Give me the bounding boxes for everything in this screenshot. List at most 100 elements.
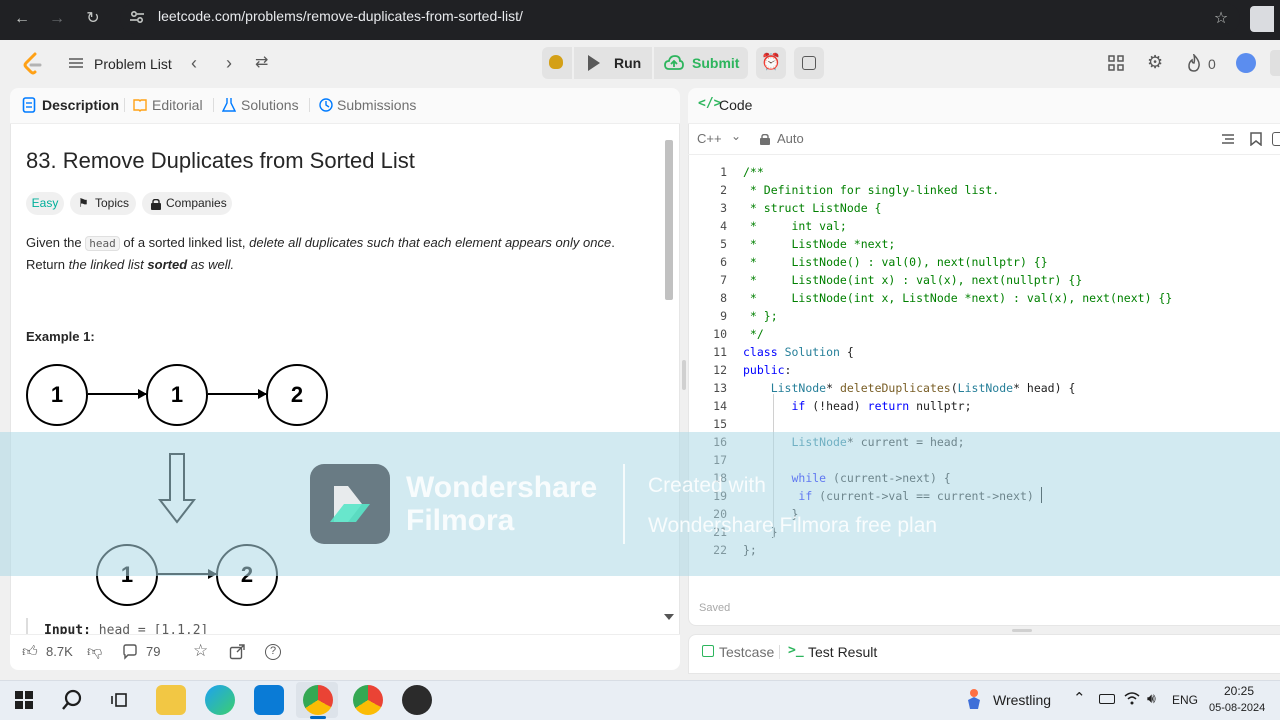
weather-label[interactable]: Wrestling: [993, 692, 1051, 708]
checkbox-icon: [702, 645, 714, 657]
watermark-text: Wondershare Filmora free plan: [648, 514, 938, 537]
code-line: * };: [743, 309, 778, 323]
tab-divider: [124, 98, 125, 112]
comment-count: 79: [146, 644, 161, 659]
code-line: * ListNode() : val(0), next(nullptr) {}: [743, 255, 1048, 269]
comment-icon[interactable]: [122, 644, 138, 660]
site-info-icon[interactable]: [128, 8, 146, 26]
arrow-left-icon[interactable]: ←: [9, 6, 35, 32]
linked-list-before: 1 1 2: [26, 364, 356, 428]
play-icon: [588, 55, 600, 71]
clock-time[interactable]: 20:25: [1224, 684, 1254, 699]
code-line: * struct ListNode {: [743, 201, 882, 215]
run-button[interactable]: Run: [574, 47, 652, 79]
list-node: 2: [266, 364, 328, 426]
desc-text: of a sorted linked list,: [119, 235, 250, 250]
chrome-profile-icon[interactable]: [353, 685, 383, 715]
profile-button[interactable]: [1250, 6, 1274, 32]
line-number: 13: [713, 381, 727, 395]
search-icon[interactable]: [61, 689, 83, 711]
input-value: head = [1,1,2]: [98, 623, 209, 634]
file-explorer-icon[interactable]: [156, 685, 186, 715]
code-icon: </>: [698, 96, 722, 111]
chevron-left-icon[interactable]: ‹: [191, 53, 197, 73]
thumbs-down-icon[interactable]: 👎︎: [87, 643, 102, 661]
scrollbar-thumb[interactable]: [665, 140, 673, 300]
watermark-text: Created with: [648, 474, 766, 497]
tab-solutions[interactable]: Solutions: [241, 95, 299, 115]
tab-divider: [309, 98, 310, 112]
desc-emphasis: as well.: [187, 257, 235, 272]
example-heading: Example 1:: [26, 329, 95, 344]
submit-button[interactable]: Submit: [654, 47, 748, 79]
cloud-upload-icon: [664, 55, 684, 71]
line-number: 6: [720, 255, 727, 269]
filmora-logo-icon: [310, 464, 390, 544]
desc-text: Given the: [26, 235, 86, 250]
chrome-icon[interactable]: [303, 685, 333, 715]
language-select[interactable]: C++: [697, 131, 722, 147]
tab-editorial[interactable]: Editorial: [152, 95, 203, 115]
battery-icon[interactable]: [1099, 694, 1115, 704]
code-line: * Definition for singly-linked list.: [743, 183, 1000, 197]
problem-title[interactable]: 83. Remove Duplicates from Sorted List: [26, 146, 415, 176]
arrow-right-icon[interactable]: →: [44, 6, 70, 32]
leetcode-logo-icon[interactable]: [22, 52, 44, 76]
panel-resize-handle[interactable]: [682, 360, 686, 390]
debug-button[interactable]: [542, 47, 572, 79]
alarm-clock-icon[interactable]: ⏰: [756, 47, 786, 79]
lock-icon: [151, 198, 161, 210]
obs-icon[interactable]: [402, 685, 432, 715]
tab-description[interactable]: Description: [42, 95, 119, 115]
panel-resize-handle[interactable]: [1012, 629, 1032, 632]
note-icon: [802, 56, 816, 70]
weather-icon[interactable]: [964, 688, 984, 710]
speaker-icon[interactable]: 🔊︎: [1147, 690, 1156, 707]
clock-date[interactable]: 05-08-2024: [1209, 701, 1265, 716]
like-count: 8.7K: [46, 644, 73, 659]
bookmark-star-icon[interactable]: ☆: [1208, 6, 1234, 32]
problem-list-link[interactable]: Problem List: [94, 54, 172, 74]
thumbs-up-icon[interactable]: 👍︎: [22, 643, 38, 661]
tab-submissions[interactable]: Submissions: [337, 95, 416, 115]
vscode-icon[interactable]: [254, 685, 284, 715]
star-icon[interactable]: ☆: [193, 641, 208, 661]
saved-status: Saved: [699, 602, 731, 614]
chevron-right-icon[interactable]: ›: [226, 53, 232, 73]
list-icon: [68, 55, 84, 71]
notes-button[interactable]: [794, 47, 824, 79]
format-icon[interactable]: [1221, 132, 1235, 146]
url-text[interactable]: leetcode.com/problems/remove-duplicates-…: [158, 7, 523, 25]
shuffle-icon[interactable]: ⇄: [255, 53, 268, 73]
edge-browser-icon[interactable]: [205, 685, 235, 715]
chevron-up-icon[interactable]: ⌃: [1073, 689, 1086, 707]
code-line: * int val;: [743, 219, 847, 233]
topics-label: Topics: [95, 196, 130, 210]
watermark-divider: [623, 464, 625, 544]
wifi-icon[interactable]: [1124, 691, 1140, 705]
undo-icon[interactable]: [1272, 132, 1280, 146]
problem-description: Given the head of a sorted linked list, …: [26, 232, 666, 275]
task-view-icon[interactable]: [110, 690, 130, 710]
topics-button[interactable]: ⚑ Topics: [70, 192, 136, 215]
tab-testcase[interactable]: Testcase: [719, 642, 774, 662]
reload-icon[interactable]: ↻: [80, 6, 106, 32]
companies-button[interactable]: Companies: [142, 192, 232, 215]
mode-label[interactable]: Auto: [777, 131, 804, 147]
active-indicator: [310, 716, 326, 719]
gear-icon[interactable]: ⚙: [1147, 52, 1163, 72]
windows-start-icon[interactable]: [15, 691, 33, 709]
premium-button[interactable]: [1270, 50, 1280, 76]
scroll-down-icon[interactable]: [664, 614, 674, 620]
help-icon[interactable]: ?: [265, 644, 281, 660]
tab-test-result[interactable]: Test Result: [808, 642, 877, 662]
bookmark-icon[interactable]: [1250, 132, 1262, 147]
share-icon[interactable]: [229, 644, 245, 660]
code-tab[interactable]: Code: [719, 95, 752, 115]
avatar[interactable]: [1236, 53, 1256, 73]
code-line: class Solution {: [743, 345, 854, 359]
input-language[interactable]: ENG: [1172, 693, 1198, 707]
layout-grid-icon[interactable]: [1107, 54, 1125, 72]
flame-icon[interactable]: [1186, 52, 1202, 72]
chevron-down-icon[interactable]: ⌄: [731, 129, 741, 143]
